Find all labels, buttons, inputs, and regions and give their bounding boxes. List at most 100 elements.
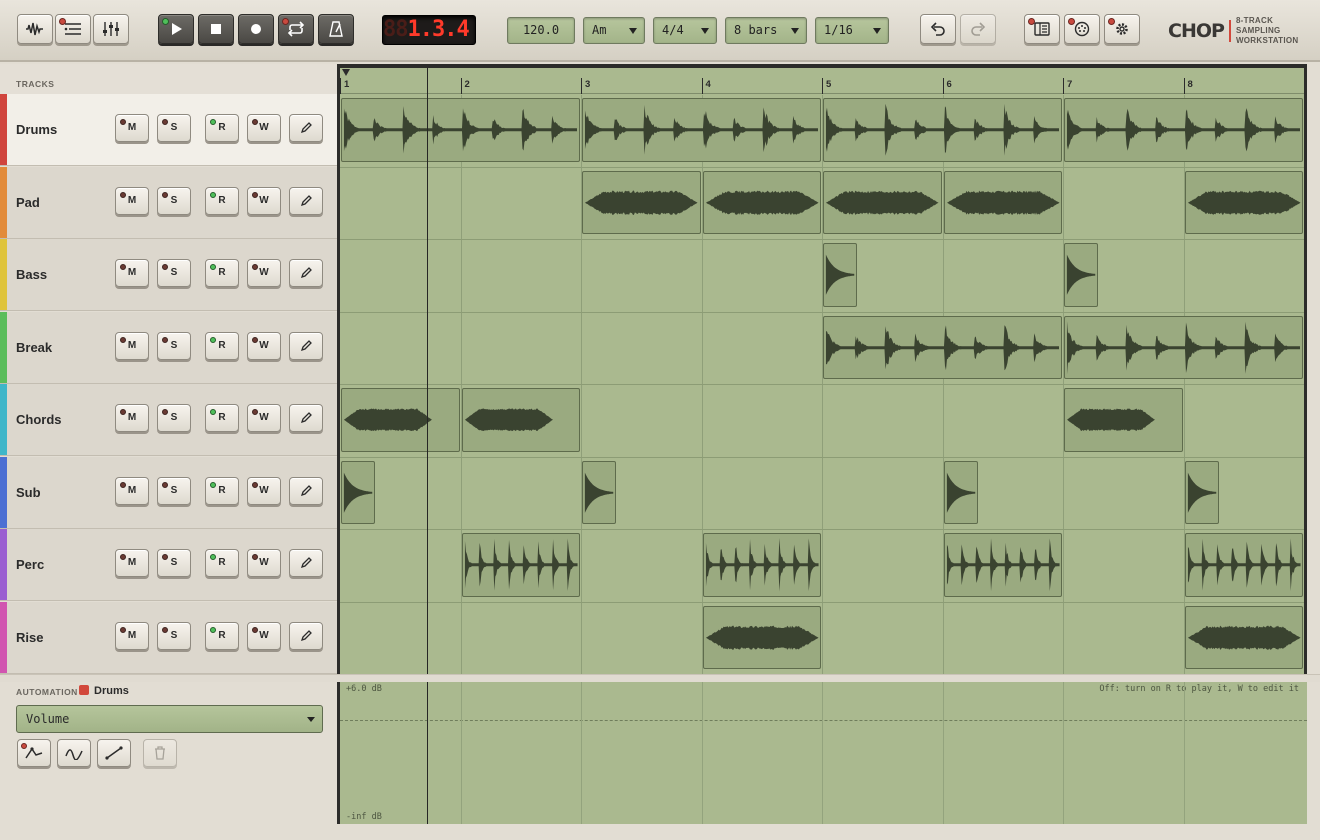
- curve-peak-tool-button[interactable]: [17, 739, 51, 767]
- track-solo-button[interactable]: S: [157, 186, 191, 215]
- audio-clip[interactable]: [582, 460, 617, 524]
- record-button[interactable]: [238, 14, 274, 44]
- metronome-button[interactable]: [318, 14, 354, 44]
- track-lane[interactable]: [340, 312, 1304, 385]
- tempo-field[interactable]: 120.0: [507, 17, 575, 44]
- track-solo-button[interactable]: S: [157, 331, 191, 360]
- loop-start-marker[interactable]: [342, 69, 350, 76]
- track-mute-button[interactable]: M: [115, 476, 149, 505]
- track-name[interactable]: Break: [16, 340, 52, 355]
- curve-wave-tool-button[interactable]: [57, 739, 91, 767]
- automation-divider[interactable]: [0, 674, 1320, 682]
- track-solo-button[interactable]: S: [157, 259, 191, 287]
- track-read-button[interactable]: R: [205, 186, 239, 215]
- automation-parameter-select[interactable]: Volume: [16, 705, 323, 733]
- arrangement-view[interactable]: 1 2 3 4 5 6 7 8: [337, 64, 1307, 674]
- track-lane[interactable]: [340, 530, 1304, 603]
- track-edit-button[interactable]: [289, 259, 323, 287]
- audio-clip[interactable]: [702, 533, 821, 597]
- key-select[interactable]: Am: [583, 17, 645, 44]
- stop-button[interactable]: [198, 14, 234, 44]
- audio-clip[interactable]: [341, 98, 580, 162]
- track-lane[interactable]: [340, 385, 1304, 458]
- audio-clip[interactable]: [1184, 533, 1303, 597]
- track-read-button[interactable]: R: [205, 476, 239, 505]
- audio-clip[interactable]: [461, 388, 580, 452]
- audio-clip[interactable]: [823, 315, 1062, 379]
- waveform-view-button[interactable]: [17, 14, 53, 44]
- track-row[interactable]: Bass M S R W: [0, 239, 337, 311]
- track-mute-button[interactable]: M: [115, 114, 149, 142]
- track-name[interactable]: Pad: [16, 195, 40, 210]
- track-row[interactable]: Break M S R W: [0, 311, 337, 384]
- track-lane[interactable]: [340, 240, 1304, 313]
- time-signature-select[interactable]: 4/4: [653, 17, 717, 44]
- track-row[interactable]: Drums M S R W: [0, 94, 337, 166]
- track-lane[interactable]: [340, 602, 1304, 674]
- timeline-ruler[interactable]: 1 2 3 4 5 6 7 8: [340, 68, 1304, 94]
- mixer-view-button[interactable]: [93, 14, 129, 44]
- track-read-button[interactable]: R: [205, 114, 239, 142]
- track-mute-button[interactable]: M: [115, 331, 149, 360]
- audio-clip[interactable]: [702, 170, 821, 234]
- track-lane[interactable]: [340, 167, 1304, 240]
- track-mute-button[interactable]: M: [115, 186, 149, 215]
- loop-button[interactable]: [278, 14, 314, 44]
- track-solo-button[interactable]: S: [157, 114, 191, 142]
- audio-clip[interactable]: [1184, 170, 1303, 234]
- track-write-button[interactable]: W: [247, 186, 281, 215]
- audio-clip[interactable]: [823, 243, 858, 307]
- track-edit-button[interactable]: [289, 331, 323, 360]
- track-solo-button[interactable]: S: [157, 621, 191, 650]
- audio-clip[interactable]: [582, 170, 701, 234]
- track-name[interactable]: Sub: [16, 485, 41, 500]
- line-ramp-tool-button[interactable]: [97, 739, 131, 767]
- track-row[interactable]: Sub M S R W: [0, 456, 337, 529]
- delete-automation-button[interactable]: [143, 739, 177, 767]
- track-edit-button[interactable]: [289, 476, 323, 505]
- track-row[interactable]: Perc M S R W: [0, 529, 337, 601]
- track-write-button[interactable]: W: [247, 331, 281, 360]
- track-write-button[interactable]: W: [247, 549, 281, 577]
- track-mute-button[interactable]: M: [115, 404, 149, 432]
- track-write-button[interactable]: W: [247, 259, 281, 287]
- track-name[interactable]: Drums: [16, 122, 57, 137]
- track-row[interactable]: Pad M S R W: [0, 166, 337, 239]
- track-name[interactable]: Bass: [16, 267, 47, 282]
- track-mute-button[interactable]: M: [115, 549, 149, 577]
- track-solo-button[interactable]: S: [157, 404, 191, 432]
- track-read-button[interactable]: R: [205, 259, 239, 287]
- track-write-button[interactable]: W: [247, 621, 281, 650]
- browser-button[interactable]: [1024, 14, 1060, 44]
- audio-clip[interactable]: [1064, 315, 1303, 379]
- track-name[interactable]: Chords: [16, 412, 62, 427]
- audio-clip[interactable]: [1184, 460, 1219, 524]
- track-lane[interactable]: [340, 95, 1304, 168]
- audio-clip[interactable]: [1184, 605, 1303, 669]
- settings-button[interactable]: [1104, 14, 1140, 44]
- track-read-button[interactable]: R: [205, 549, 239, 577]
- midi-button[interactable]: [1064, 14, 1100, 44]
- undo-button[interactable]: [920, 14, 956, 44]
- audio-clip[interactable]: [461, 533, 580, 597]
- track-edit-button[interactable]: [289, 186, 323, 215]
- audio-clip[interactable]: [341, 388, 460, 452]
- track-name[interactable]: Rise: [16, 630, 43, 645]
- track-write-button[interactable]: W: [247, 404, 281, 432]
- audio-clip[interactable]: [823, 170, 942, 234]
- track-edit-button[interactable]: [289, 114, 323, 142]
- track-mute-button[interactable]: M: [115, 621, 149, 650]
- audio-clip[interactable]: [943, 533, 1062, 597]
- length-select[interactable]: 8 bars: [725, 17, 807, 44]
- track-edit-button[interactable]: [289, 549, 323, 577]
- audio-clip[interactable]: [943, 170, 1062, 234]
- audio-clip[interactable]: [1064, 243, 1099, 307]
- playhead[interactable]: [426, 68, 428, 674]
- track-solo-button[interactable]: S: [157, 476, 191, 505]
- track-write-button[interactable]: W: [247, 114, 281, 142]
- audio-clip[interactable]: [1064, 388, 1183, 452]
- audio-clip[interactable]: [823, 98, 1062, 162]
- audio-clip[interactable]: [341, 460, 376, 524]
- audio-clip[interactable]: [943, 460, 978, 524]
- track-write-button[interactable]: W: [247, 476, 281, 505]
